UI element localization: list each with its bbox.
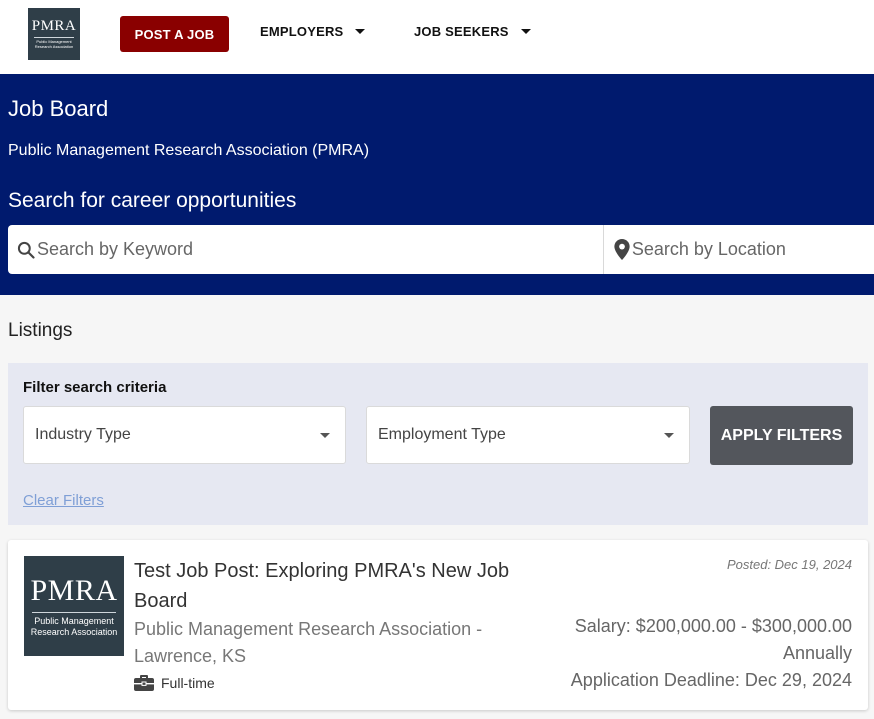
clear-filters-link[interactable]: Clear Filters bbox=[23, 492, 104, 509]
posted-date: Posted: Dec 19, 2024 bbox=[726, 557, 852, 572]
apply-filters-button[interactable]: APPLY FILTERS bbox=[710, 406, 853, 465]
employment-type-badge: Full-time bbox=[134, 674, 215, 692]
keyword-search-field[interactable] bbox=[8, 225, 604, 274]
filter-panel: Filter search criteria Industry Type Emp… bbox=[8, 363, 868, 525]
employers-menu-label: EMPLOYERS bbox=[260, 24, 344, 39]
employment-type-select[interactable]: Employment Type bbox=[366, 406, 690, 464]
search-bar bbox=[8, 225, 874, 274]
chevron-down-icon bbox=[320, 433, 330, 438]
listings-heading: Listings bbox=[8, 320, 73, 341]
industry-type-select[interactable]: Industry Type bbox=[23, 406, 346, 464]
company-logo: PMRA Public Management Research Associat… bbox=[24, 556, 124, 656]
application-deadline: Application Deadline: Dec 29, 2024 bbox=[570, 670, 852, 690]
logo-subtext: Public Management Research Association bbox=[34, 39, 74, 49]
search-heading: Search for career opportunities bbox=[8, 189, 297, 212]
job-seekers-menu-label: JOB SEEKERS bbox=[414, 24, 509, 39]
page-title: Job Board bbox=[8, 96, 109, 121]
keyword-search-input[interactable] bbox=[36, 239, 603, 260]
search-icon bbox=[8, 240, 37, 260]
logo-text: PMRA bbox=[30, 574, 118, 607]
filter-panel-title: Filter search criteria bbox=[23, 379, 167, 396]
salary-range: Salary: $200,000.00 - $300,000.00 Annual… bbox=[574, 616, 852, 663]
location-search-field[interactable] bbox=[604, 225, 874, 274]
caret-down-icon bbox=[520, 29, 531, 34]
employment-type-value: Employment Type bbox=[378, 426, 506, 443]
location-search-input[interactable] bbox=[631, 239, 874, 260]
pmra-logo[interactable]: PMRA Public Management Research Associat… bbox=[28, 8, 80, 60]
logo-text: PMRA bbox=[31, 18, 77, 34]
employers-menu[interactable]: EMPLOYERS bbox=[260, 24, 366, 39]
industry-type-value: Industry Type bbox=[35, 426, 131, 443]
post-a-job-button[interactable]: POST A JOB bbox=[120, 16, 229, 52]
job-seekers-menu[interactable]: JOB SEEKERS bbox=[414, 24, 531, 39]
logo-subtext: Public Management Research Association bbox=[30, 616, 118, 637]
job-title-link[interactable]: Test Job Post: Exploring PMRA's New Job … bbox=[134, 556, 534, 616]
briefcase-icon bbox=[134, 674, 154, 692]
top-navigation: PMRA Public Management Research Associat… bbox=[0, 0, 874, 74]
job-company-location: Public Management Research Association -… bbox=[134, 619, 483, 666]
job-listing-card[interactable]: PMRA Public Management Research Associat… bbox=[8, 540, 868, 710]
chevron-down-icon bbox=[664, 433, 674, 438]
location-pin-icon bbox=[604, 239, 632, 260]
logo-rule bbox=[34, 37, 74, 38]
employment-type-label: Full-time bbox=[161, 675, 215, 691]
caret-down-icon bbox=[355, 29, 366, 34]
hero-banner: Job Board Public Management Research Ass… bbox=[0, 74, 874, 295]
organization-name: Public Management Research Association (… bbox=[8, 142, 370, 159]
logo-rule bbox=[32, 612, 116, 613]
